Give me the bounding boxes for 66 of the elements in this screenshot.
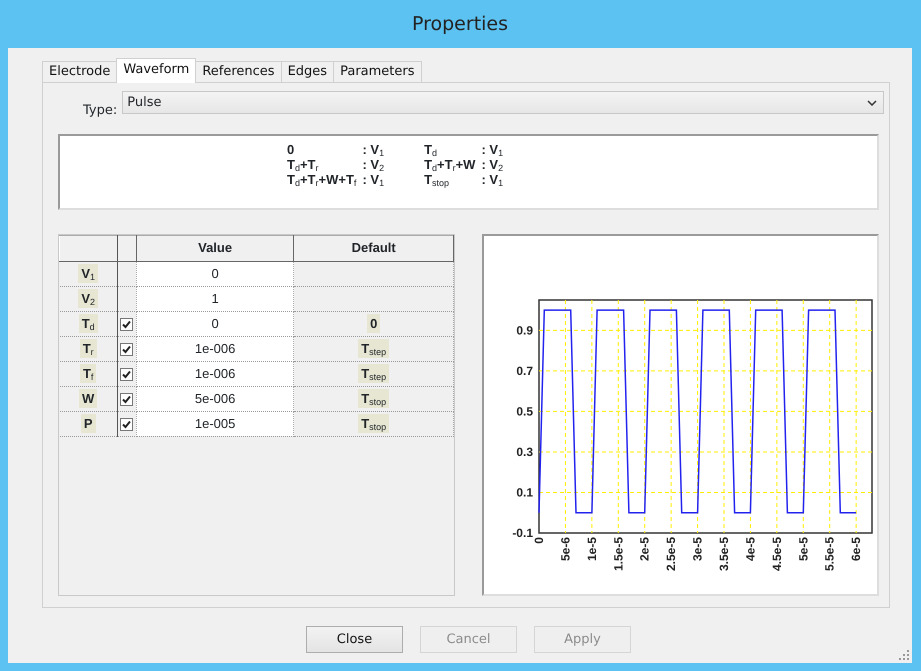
default-value: T$_{step}$ (358, 338, 390, 358)
checkbox[interactable] (120, 418, 134, 431)
value-cell[interactable]: 1e-005 (136, 411, 294, 436)
column-header: Default (294, 235, 454, 261)
tab[interactable]: Waveform (116, 58, 196, 83)
checkbox[interactable] (120, 342, 134, 356)
formula-level: : V$_{1}$ (362, 142, 384, 156)
default-value: T$_{step}$ (358, 364, 390, 384)
row-header: T$_{d}$ (78, 314, 98, 334)
x-tick-label: 2.5e-5 (664, 536, 678, 571)
y-tick-label: 0.7 (516, 363, 533, 378)
value-cell[interactable]: 1 (136, 286, 294, 311)
formula-level: : V$_{1}$ (481, 172, 504, 186)
formula-time: T$_{stop}$ (424, 172, 450, 186)
default-value: 0 (367, 314, 380, 334)
x-tick-label: 0 (532, 536, 546, 544)
value-cell[interactable]: 0 (136, 261, 294, 286)
x-tick-label: 1e-5 (584, 536, 599, 561)
formula-time: T$_{d}$+T$_{r}$+W (424, 156, 476, 172)
formula-level: : V$_{1}$ (362, 172, 384, 186)
checkbox[interactable] (120, 368, 134, 381)
y-tick-label: 0.1 (516, 484, 533, 499)
window-title: Properties (410, 12, 510, 37)
formula-time: T$_{d}$ (424, 142, 438, 156)
checkbox[interactable] (120, 318, 134, 331)
y-tick-label: 0.3 (516, 444, 533, 458)
x-tick-label: 5e-6 (558, 536, 572, 561)
checkbox[interactable] (120, 392, 134, 406)
y-tick-label: -0.1 (512, 526, 533, 540)
formula-level: : V$_{1}$ (481, 142, 504, 156)
y-tick-label: 0.9 (516, 322, 533, 337)
column-header: Value (136, 235, 294, 261)
formula-time: T$_{d}$+T$_{r}$+W+T$_{f}$ (287, 172, 356, 186)
x-tick-label: 3e-5 (690, 536, 705, 561)
row-header: W (79, 388, 98, 408)
x-tick-label: 3.5e-5 (717, 536, 731, 571)
formula-level: : V$_{2}$ (481, 156, 504, 172)
x-tick-label: 2e-5 (638, 536, 652, 561)
formula-time: T$_{d}$+T$_{r}$ (287, 156, 320, 172)
x-tick-label: 4e-5 (743, 536, 758, 561)
value-cell[interactable]: 1e-006 (136, 361, 294, 386)
y-tick-label: 0.5 (516, 404, 533, 418)
value-cell[interactable]: 5e-006 (136, 386, 294, 411)
x-tick-label: 1.5e-5 (611, 536, 626, 571)
resize-grip-icon[interactable] (899, 650, 909, 660)
x-tick-label: 5e-5 (796, 536, 810, 561)
dialog-button[interactable]: Close (306, 626, 403, 653)
type-dropdown[interactable]: Pulse (122, 91, 884, 114)
formula-time: 0 (287, 142, 296, 156)
row-header: T$_{r}$ (80, 338, 97, 358)
row-header: V$_{1}$ (78, 264, 98, 284)
x-tick-label: 4.5e-5 (770, 536, 784, 571)
chevron-down-icon (867, 100, 877, 106)
x-tick-label: 5.5e-5 (822, 536, 837, 571)
value-cell[interactable]: 0 (136, 311, 294, 336)
type-label: Type: (83, 102, 118, 120)
row-header: V$_{2}$ (78, 288, 98, 308)
default-value: T$_{stop}$ (358, 388, 390, 408)
formula-level: : V$_{2}$ (362, 156, 384, 172)
default-value: T$_{stop}$ (358, 414, 390, 434)
row-header: T$_{f}$ (80, 364, 96, 384)
tab[interactable]: Parameters (333, 61, 422, 82)
row-header: P (80, 414, 96, 434)
x-tick-label: 6e-5 (849, 536, 864, 561)
value-cell[interactable]: 1e-006 (136, 336, 294, 361)
tab[interactable]: Electrode (42, 61, 118, 82)
